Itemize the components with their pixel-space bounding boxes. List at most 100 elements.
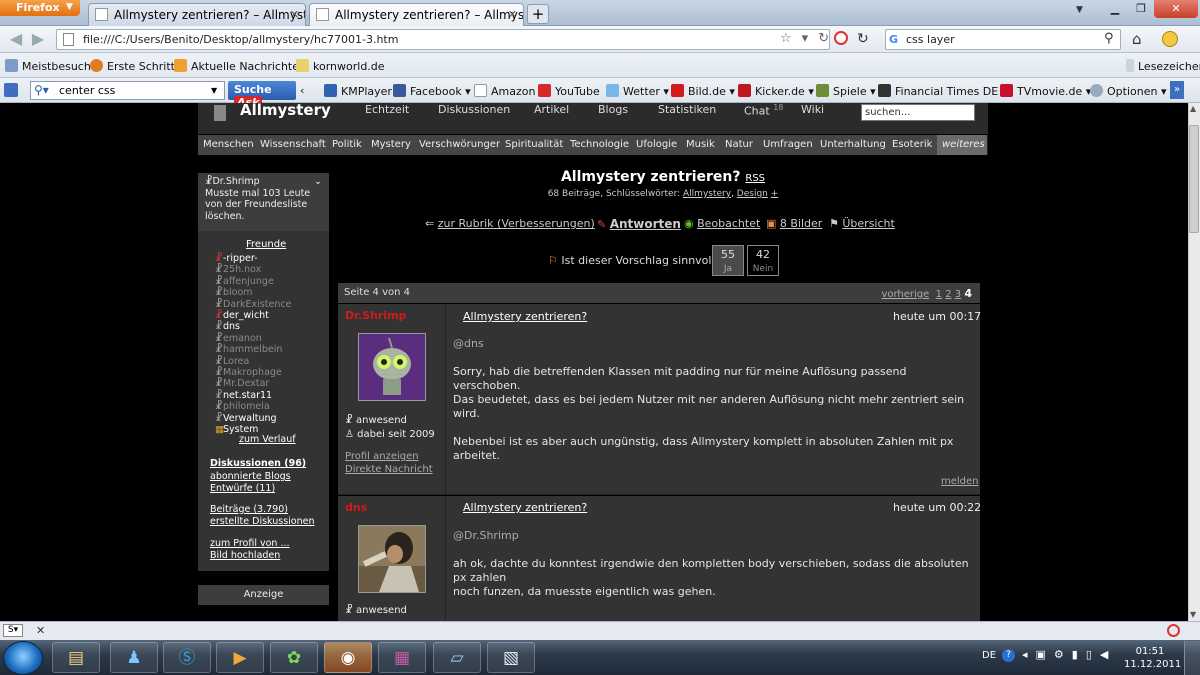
friend-item[interactable]: ☧Mr.Dextar xyxy=(215,378,269,389)
show-desktop-button[interactable] xyxy=(1184,641,1200,675)
page-link[interactable]: 1 xyxy=(936,289,942,300)
tab-2-active[interactable]: Allmystery zentrieren? – Allmystery✕ xyxy=(309,3,524,26)
toolbar-tvmovie[interactable]: TVmovie.de ▾ xyxy=(1000,84,1091,98)
new-tab-button[interactable]: + xyxy=(527,4,549,24)
friend-item[interactable]: ☧Lorea xyxy=(215,356,249,367)
keyword-link[interactable]: Design xyxy=(737,189,768,199)
friend-item[interactable]: ☧emanon xyxy=(215,333,262,344)
close-icon[interactable]: ✕ xyxy=(36,624,45,637)
reply-link[interactable]: ✎ Antworten xyxy=(597,217,681,231)
ask-search-button[interactable]: Suche Ask xyxy=(228,81,296,109)
profile-link[interactable]: Profil anzeigen xyxy=(345,451,419,462)
page-link[interactable]: 2 xyxy=(945,289,951,300)
vote-yes-button[interactable]: 55 Ja xyxy=(712,245,744,276)
toolbar-kmplayer[interactable]: KMPlayer xyxy=(324,84,392,98)
toolbar-spiele[interactable]: Spiele ▾ xyxy=(816,84,876,98)
avatar[interactable] xyxy=(358,333,426,401)
home-icon[interactable]: ⌂ xyxy=(1132,30,1142,48)
ask-search-input[interactable]: center css xyxy=(30,81,225,100)
user-name-row[interactable]: ☧Dr.Shrimp ⌄ xyxy=(205,176,322,188)
cat-unterhaltung[interactable]: Unterhaltung xyxy=(815,135,892,155)
link-abonnierte-blogs[interactable]: abonnierte Blogs xyxy=(210,471,291,482)
post-mention[interactable]: @Dr.Shrimp xyxy=(453,529,519,543)
bookmarks-menu[interactable]: Lesezeichen xyxy=(1126,59,1200,73)
toolbar-kicker[interactable]: Kicker.de ▾ xyxy=(738,84,814,98)
nav-wiki[interactable]: Wiki xyxy=(801,103,824,116)
rss-link[interactable]: RSS xyxy=(745,173,765,184)
tray-icons[interactable]: ◂▣⚙▮▯◀ xyxy=(1022,648,1116,661)
link-entwuerfe[interactable]: Entwürfe (11) xyxy=(210,483,275,494)
close-icon[interactable]: ✕ xyxy=(508,8,517,21)
addon-bar-icon[interactable]: S▾ xyxy=(3,624,23,637)
cat-spiritualitaet[interactable]: Spiritualität xyxy=(500,135,570,155)
language-indicator[interactable]: DE xyxy=(982,650,996,661)
site-logo[interactable]: Allmystery xyxy=(240,103,331,119)
friend-item[interactable]: ☧Makrophage xyxy=(215,367,282,378)
keyword-more-link[interactable]: + xyxy=(771,189,779,199)
block-icon[interactable] xyxy=(834,31,848,45)
friend-item[interactable]: ☧25h.nox xyxy=(215,264,261,275)
winrar-taskbar-button[interactable]: ▦ xyxy=(378,642,426,673)
toolbar-amazon[interactable]: Amazon xyxy=(474,84,535,98)
friend-item[interactable]: ☧der_wicht xyxy=(215,310,269,321)
forward-arrow-icon[interactable]: ▶ xyxy=(28,30,48,50)
tab-list-icon[interactable]: ▼ xyxy=(1076,5,1083,15)
post-author[interactable]: dns xyxy=(345,501,367,514)
link-diskussionen[interactable]: Diskussionen (96) xyxy=(210,458,306,469)
friends-title[interactable]: Freunde xyxy=(246,239,286,250)
chevron-right-icon[interactable]: » xyxy=(1170,81,1184,99)
bookmark-erste-schritte[interactable]: Erste Schritte xyxy=(90,59,182,73)
skype-taskbar-button[interactable]: Ⓢ xyxy=(163,642,211,673)
avatar[interactable] xyxy=(358,525,426,593)
link-bild-hochladen[interactable]: Bild hochladen xyxy=(210,550,280,561)
friend-item[interactable]: ☧-ripper- xyxy=(215,253,258,264)
site-search-input[interactable]: suchen... xyxy=(861,104,975,121)
cat-politik[interactable]: Politik xyxy=(327,135,368,155)
nav-artikel[interactable]: Artikel xyxy=(534,103,569,116)
toolbar-wetter[interactable]: Wetter ▾ xyxy=(606,84,669,98)
friend-item[interactable]: ☧hammelbein xyxy=(215,344,282,355)
clock-date[interactable]: 11.12.2011 xyxy=(1124,659,1181,670)
friend-item[interactable]: ☧Verwaltung xyxy=(215,413,277,424)
cat-verschwoerungen[interactable]: Verschwörungen xyxy=(414,135,509,155)
firefox-taskbar-button[interactable]: ◉ xyxy=(324,642,372,673)
direct-message-link[interactable]: Direkte Nachricht xyxy=(345,464,433,475)
back-arrow-icon[interactable]: ◀ xyxy=(6,30,26,50)
block-icon[interactable] xyxy=(1167,624,1180,637)
history-link[interactable]: zum Verlauf xyxy=(239,434,296,445)
scrollbar-thumb[interactable] xyxy=(1189,125,1199,233)
page-link[interactable]: 3 xyxy=(955,289,961,300)
link-zum-profil[interactable]: zum Profil von ... xyxy=(210,538,290,549)
paint-taskbar-button[interactable]: ▧ xyxy=(487,642,535,673)
post-mention[interactable]: @dns xyxy=(453,337,484,351)
minimize-button[interactable]: ▁ xyxy=(1102,0,1128,18)
search-icon[interactable]: ⚲ xyxy=(1104,31,1114,46)
toolbar-facebook[interactable]: Facebook ▾ xyxy=(393,84,471,98)
messenger-taskbar-button[interactable]: ♟ xyxy=(110,642,158,673)
friend-item[interactable]: ☧dns xyxy=(215,321,240,332)
toolbar-financial-times[interactable]: Financial Times DE ▾ xyxy=(878,84,1007,98)
friend-item[interactable]: ☧philomela xyxy=(215,401,270,412)
reload-icon[interactable]: ↻ xyxy=(857,31,869,47)
close-icon[interactable]: ✕ xyxy=(290,8,299,21)
dropdown-icon[interactable]: ▾ xyxy=(802,31,819,46)
media-player-taskbar-button[interactable]: ▶ xyxy=(216,642,264,673)
post-author[interactable]: Dr.Shrimp xyxy=(345,309,406,322)
post-title[interactable]: Allmystery zentrieren? xyxy=(463,501,587,514)
scroll-up-icon[interactable]: ▲ xyxy=(1190,104,1196,113)
nav-echtzeit[interactable]: Echtzeit xyxy=(365,103,409,116)
maximize-button[interactable]: ❐ xyxy=(1128,0,1154,18)
cat-technologie[interactable]: Technologie xyxy=(565,135,636,155)
link-beitraege[interactable]: Beiträge (3.790) xyxy=(210,504,288,515)
toolbar-youtube[interactable]: YouTube xyxy=(538,84,600,98)
toolbar-bild[interactable]: Bild.de ▾ xyxy=(671,84,735,98)
star-icon[interactable]: ☆ xyxy=(780,31,802,46)
url-bar[interactable]: file:///C:/Users/Benito/Desktop/allmyste… xyxy=(56,29,830,50)
cat-wissenschaft[interactable]: Wissenschaft xyxy=(255,135,332,155)
close-window-button[interactable]: ✕ xyxy=(1154,0,1198,18)
notes-taskbar-button[interactable]: ▱ xyxy=(433,642,481,673)
addon-face-icon[interactable] xyxy=(1162,31,1178,47)
bookmark-aktuelle-nachrichten[interactable]: Aktuelle Nachrichten xyxy=(174,59,306,73)
icq-taskbar-button[interactable]: ✿ xyxy=(270,642,318,673)
cat-menschen[interactable]: Menschen xyxy=(198,135,260,155)
